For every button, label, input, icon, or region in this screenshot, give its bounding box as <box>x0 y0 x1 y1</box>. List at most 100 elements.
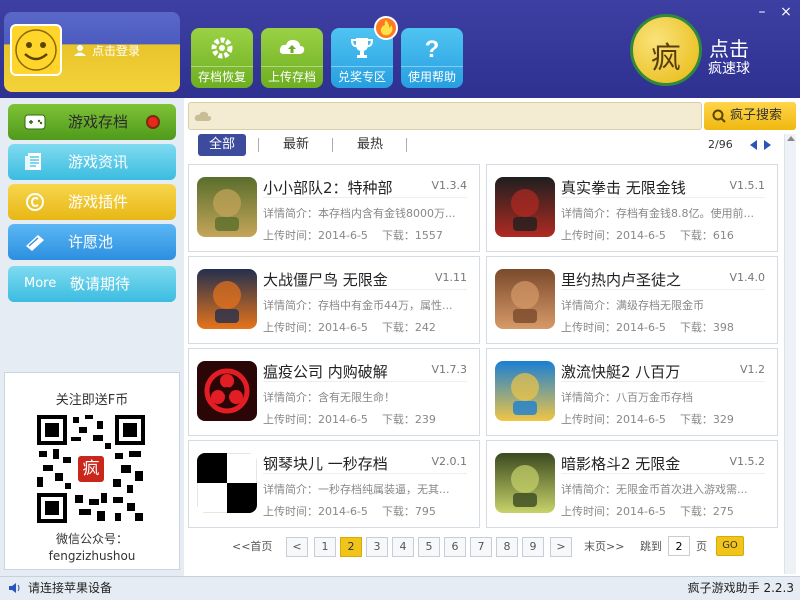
speed-ball-logo: 疯 <box>651 41 681 76</box>
page-button[interactable]: 4 <box>392 537 414 557</box>
card-upload-time: 上传时间：2014-6-5 <box>263 505 368 518</box>
sidebar-item-game-saves[interactable]: 游戏存档 <box>8 104 176 140</box>
card-downloads: 下载：329 <box>679 413 734 426</box>
page-button[interactable]: 2 <box>340 537 362 557</box>
card-title[interactable]: 激流快艇2 八百万 <box>561 361 680 382</box>
speed-ball-line2: 疯速球 <box>708 61 750 77</box>
last-page-link[interactable]: 末页>> <box>584 536 624 558</box>
sidebar-item-wish-pool[interactable]: 许愿池 <box>8 224 176 260</box>
pagination: <<首页 < 123456789 > 末页>> 跳到 页 GO <box>232 536 792 558</box>
minimize-button[interactable]: – <box>752 4 772 22</box>
card-description: 详情简介：本存档内含有金钱8000万... <box>263 207 456 220</box>
card-divider <box>561 473 765 474</box>
nav-help-button[interactable]: ? 使用帮助 <box>401 28 463 88</box>
page-button[interactable]: 5 <box>418 537 440 557</box>
avatar[interactable] <box>10 24 62 76</box>
card-upload-time: 上传时间：2014-6-5 <box>263 229 368 242</box>
soldier-thumb <box>197 177 257 237</box>
card-downloads: 下载：239 <box>381 413 436 426</box>
card-upload-time: 上传时间：2014-6-5 <box>561 505 666 518</box>
card-meta: 上传时间：2014-6-5 下载：1557 <box>263 227 443 243</box>
card-title[interactable]: 大战僵尸鸟 无限金 <box>263 269 388 290</box>
card-title[interactable]: 瘟疫公司 内购破解 <box>263 361 388 382</box>
card-meta: 上传时间：2014-6-5 下载：795 <box>263 503 436 519</box>
card-title[interactable]: 钢琴块儿 一秒存档 <box>263 453 388 474</box>
save-card[interactable]: 里约热内卢圣徒之 V1.4.0 详情简介：满级存档无限金币 上传时间：2014-… <box>486 256 778 344</box>
question-icon: ? <box>425 36 440 62</box>
tab-all[interactable]: 全部 <box>198 134 246 156</box>
nav-upload-button[interactable]: 上传存档 <box>261 28 323 88</box>
wish-icon <box>26 235 44 251</box>
speed-ball-button[interactable]: 疯 <box>630 14 702 86</box>
next-page-arrow[interactable] <box>764 140 771 150</box>
save-card[interactable]: 大战僵尸鸟 无限金 V1.11 详情简介：存档中有金币44万，属性... 上传时… <box>188 256 480 344</box>
save-card[interactable]: 真实拳击 无限金钱 V1.5.1 详情简介：存档有金钱8.8亿。使用前... 上… <box>486 164 778 252</box>
search-button[interactable]: 疯子搜索 <box>704 102 796 130</box>
nav-restore-button[interactable]: 存档恢复 <box>191 28 253 88</box>
speed-ball-label[interactable]: 点击 疯速球 <box>708 38 750 78</box>
gamepad-icon <box>24 114 46 130</box>
sidebar-item-game-news[interactable]: 游戏资讯 <box>8 144 176 180</box>
card-meta: 上传时间：2014-6-5 下载：275 <box>561 503 734 519</box>
card-description: 详情简介：无限金币首次进入游戏需... <box>561 483 748 496</box>
card-downloads: 下载：242 <box>381 321 436 334</box>
card-upload-time: 上传时间：2014-6-5 <box>263 321 368 334</box>
save-card[interactable]: 激流快艇2 八百万 V1.2 详情简介：八百万金币存档 上传时间：2014-6-… <box>486 348 778 436</box>
boxing-thumb <box>495 177 555 237</box>
main-content: 疯子搜索 全部 最新 最热 2/96 小小部队2：特种部 V1.3.4 详情简介… <box>184 98 800 576</box>
sidebar-item-label: 许愿池 <box>68 233 114 251</box>
svg-text:?: ? <box>425 36 440 62</box>
card-version: V1.2 <box>739 363 765 376</box>
sidebar-item-label: 游戏资讯 <box>68 153 129 171</box>
card-downloads: 下载：616 <box>679 229 734 242</box>
scroll-up-arrow[interactable] <box>787 136 795 141</box>
hot-badge <box>374 16 398 40</box>
card-version: V1.7.3 <box>431 363 467 376</box>
card-title[interactable]: 小小部队2：特种部 <box>263 177 393 198</box>
page-button[interactable]: 3 <box>366 537 388 557</box>
first-page-link[interactable]: <<首页 <box>232 536 272 558</box>
cloud-upload-icon <box>279 39 305 54</box>
tab-hottest[interactable]: 最热 <box>346 134 394 156</box>
tab-latest[interactable]: 最新 <box>272 134 320 156</box>
boat-thumb <box>495 361 555 421</box>
go-button[interactable]: GO <box>716 536 744 556</box>
page-button[interactable]: 9 <box>522 537 544 557</box>
save-card[interactable]: 钢琴块儿 一秒存档 V2.0.1 详情简介：一秒存档纯属装逼，无其... 上传时… <box>188 440 480 528</box>
save-card[interactable]: 暗影格斗2 无限金 V1.5.2 详情简介：无限金币首次进入游戏需... 上传时… <box>486 440 778 528</box>
save-card[interactable]: 瘟疫公司 内购破解 V1.7.3 详情简介：含有无限生命！ 上传时间：2014-… <box>188 348 480 436</box>
speed-ball-line1: 点击 <box>709 37 749 61</box>
nav-label: 兑奖专区 <box>331 66 393 86</box>
login-link[interactable]: 点击登录 <box>74 42 140 59</box>
card-description: 详情简介：八百万金币存档 <box>561 391 693 404</box>
cloud-icon <box>194 111 212 121</box>
sidebar-item-label: 游戏插件 <box>68 193 129 211</box>
next-page-button[interactable]: > <box>550 537 572 557</box>
save-card[interactable]: 小小部队2：特种部 V1.3.4 详情简介：本存档内含有金钱8000万... 上… <box>188 164 480 252</box>
card-description: 详情简介：一秒存档纯属装逼，无其... <box>263 483 450 496</box>
sidebar-item-plugins[interactable]: 游戏插件 <box>8 184 176 220</box>
page-button[interactable]: 7 <box>470 537 492 557</box>
card-version: V1.11 <box>434 271 467 284</box>
prev-page-button[interactable]: < <box>286 537 308 557</box>
card-version: V1.5.1 <box>729 179 765 192</box>
tab-divider <box>406 138 407 152</box>
sidebar-item-coming-soon[interactable]: More 敬请期待 <box>8 266 176 302</box>
biohazard-thumb <box>197 361 257 421</box>
jump-page-input[interactable] <box>668 536 690 556</box>
card-title[interactable]: 里约热内卢圣徒之 <box>561 269 681 290</box>
app-version: 疯子游戏助手 2.2.3 <box>687 581 794 595</box>
close-button[interactable]: × <box>776 4 796 22</box>
page-button[interactable]: 8 <box>496 537 518 557</box>
card-title[interactable]: 暗影格斗2 无限金 <box>561 453 680 474</box>
prev-page-arrow[interactable] <box>750 140 757 150</box>
nav-label: 存档恢复 <box>191 66 253 86</box>
card-meta: 上传时间：2014-6-5 下载：329 <box>561 411 734 427</box>
card-title[interactable]: 真实拳击 无限金钱 <box>561 177 686 198</box>
page-button[interactable]: 1 <box>314 537 336 557</box>
tab-divider <box>258 138 259 152</box>
card-divider <box>263 197 467 198</box>
search-input[interactable] <box>188 102 702 130</box>
scrollbar[interactable] <box>784 134 796 574</box>
page-button[interactable]: 6 <box>444 537 466 557</box>
